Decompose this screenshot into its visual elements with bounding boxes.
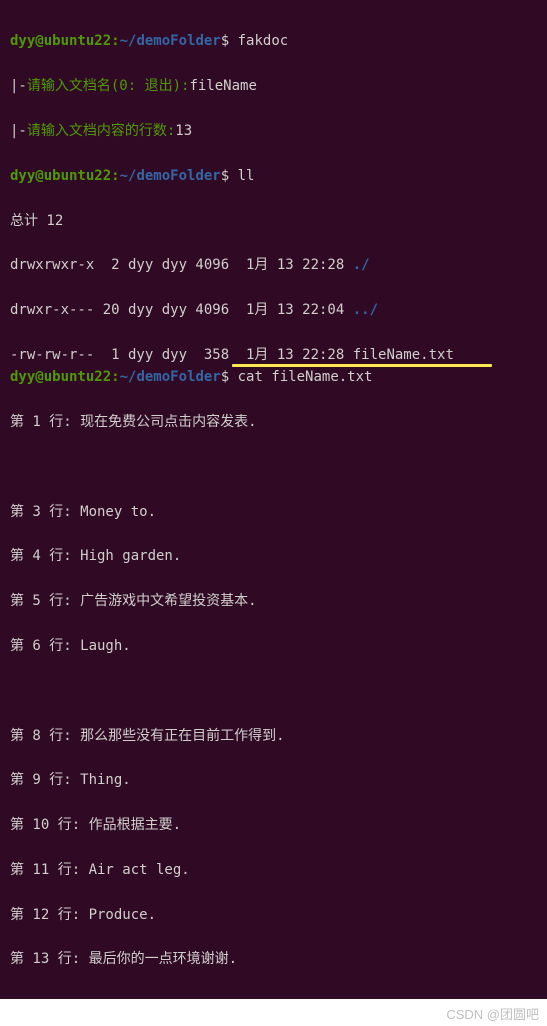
file-line-13: 第 13 行: 最后你的一点环境谢谢. — [10, 948, 537, 970]
ls-total: 总计 12 — [10, 210, 537, 232]
prompt-path: ~/demoFolder — [120, 369, 221, 385]
ls-row-1-meta: drwxrwxr-x 2 dyy dyy 4096 1月 13 22:28 — [10, 257, 353, 273]
command-ll: ll — [238, 168, 255, 184]
prompt-user: dyy@ubuntu22 — [10, 369, 111, 385]
doc-name-value: fileName — [189, 78, 256, 94]
prompt-dollar: $ — [221, 33, 238, 49]
prompt-path: ~/demoFolder — [120, 168, 221, 184]
ls-row-2: drwxr-x--- 20 dyy dyy 4096 1月 13 22:04 .… — [10, 299, 537, 321]
file-line-9: 第 9 行: Thing. — [10, 769, 537, 791]
prompt-line-2: dyy@ubuntu22:~/demoFolder$ ll — [10, 165, 537, 187]
command-fakdoc: fakdoc — [238, 33, 289, 49]
prompt-line-1: dyy@ubuntu22:~/demoFolder$ fakdoc — [10, 30, 537, 52]
ls-row-1-name: ./ — [353, 257, 370, 273]
file-line-4: 第 4 行: High garden. — [10, 545, 537, 567]
file-line-8: 第 8 行: 那么那些没有正在目前工作得到. — [10, 725, 537, 747]
highlight-underline — [232, 364, 492, 367]
ls-row-3-meta: -rw-rw-r-- 1 dyy dyy 358 1月 13 22:28 — [10, 347, 353, 363]
file-line-10: 第 10 行: 作品根据主要. — [10, 814, 537, 836]
file-line-11: 第 11 行: Air act leg. — [10, 859, 537, 881]
file-line-blank-2 — [10, 680, 537, 702]
file-line-1: 第 1 行: 现在免费公司点击内容发表. — [10, 411, 537, 433]
file-line-6: 第 6 行: Laugh. — [10, 635, 537, 657]
line-count-label: 请输入文档内容的行数: — [27, 123, 175, 139]
watermark-text: CSDN @团圆吧 — [0, 999, 547, 1026]
prompt-path: ~/demoFolder — [120, 33, 221, 49]
ls-row-3: -rw-rw-r-- 1 dyy dyy 358 1月 13 22:28 fil… — [10, 344, 454, 366]
file-line-12: 第 12 行: Produce. — [10, 904, 537, 926]
line-count-value: 13 — [175, 123, 192, 139]
prompt-user: dyy@ubuntu22 — [10, 168, 111, 184]
file-line-5: 第 5 行: 广告游戏中文希望投资基本. — [10, 590, 537, 612]
ls-row-1: drwxrwxr-x 2 dyy dyy 4096 1月 13 22:28 ./ — [10, 254, 537, 276]
input-doc-name-line: |-请输入文档名(0: 退出):fileName — [10, 75, 537, 97]
file-line-blank-1 — [10, 456, 537, 478]
doc-name-label: 请输入文档名(0: 退出): — [27, 78, 190, 94]
prompt-sep1: : — [111, 369, 119, 385]
bar-prefix: |- — [10, 123, 27, 139]
file-line-3: 第 3 行: Money to. — [10, 501, 537, 523]
prompt-sep1: : — [111, 168, 119, 184]
input-line-count-line: |-请输入文档内容的行数:13 — [10, 120, 537, 142]
prompt-dollar: $ — [221, 369, 238, 385]
ls-row-2-name: ../ — [353, 302, 378, 318]
prompt-line-3: dyy@ubuntu22:~/demoFolder$ cat fileName.… — [10, 366, 537, 388]
prompt-sep1: : — [111, 33, 119, 49]
prompt-dollar: $ — [221, 168, 238, 184]
prompt-user: dyy@ubuntu22 — [10, 33, 111, 49]
ls-row-2-meta: drwxr-x--- 20 dyy dyy 4096 1月 13 22:04 — [10, 302, 353, 318]
command-cat: cat fileName.txt — [238, 369, 373, 385]
bar-prefix: |- — [10, 78, 27, 94]
terminal-window[interactable]: dyy@ubuntu22:~/demoFolder$ fakdoc |-请输入文… — [0, 0, 547, 999]
ls-row-3-name: fileName.txt — [353, 347, 454, 363]
